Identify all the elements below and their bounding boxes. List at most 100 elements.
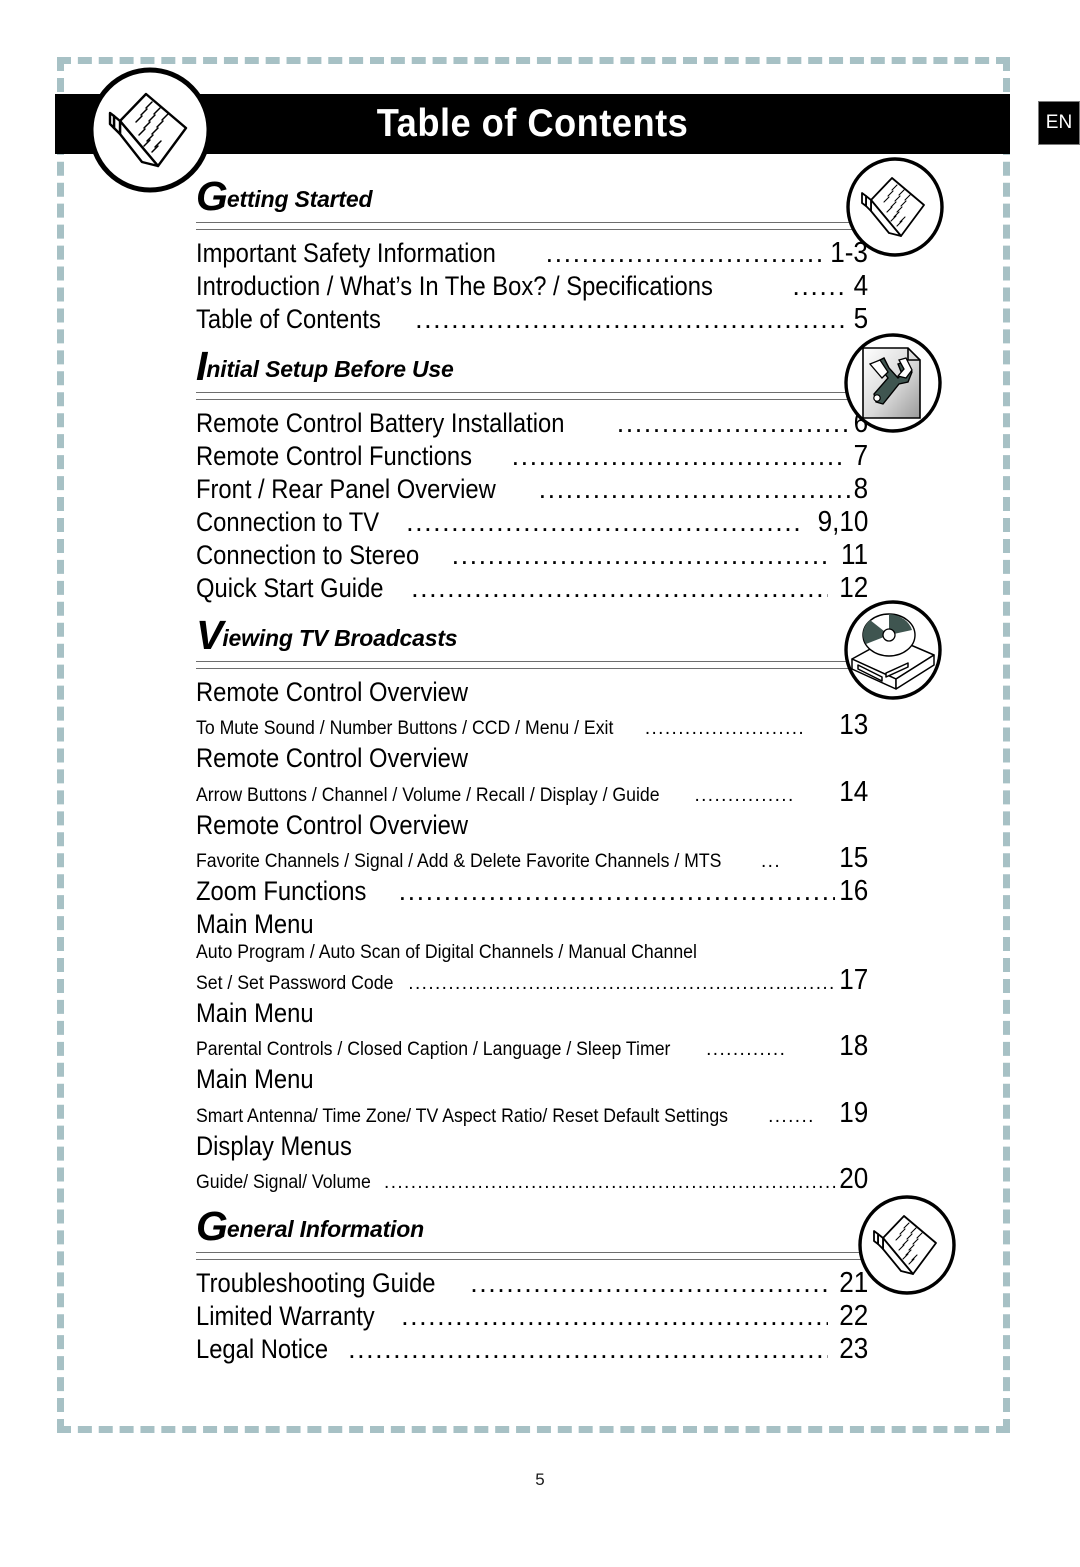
toc-page-number: 18 [838,1030,868,1063]
toc-leader-dots: ............ [792,271,844,301]
toc-entry-title: Connection to TV [196,507,380,537]
toc-entry-title: Connection to Stereo [196,540,420,570]
toc-leader-dots: ... [761,851,782,873]
section-heading: Getting Started [196,176,868,219]
section-heading-initial: V [196,612,223,658]
toc-section: Initial Setup Before Use Remote Control … [196,333,942,605]
toc-entry[interactable]: Parental Controls / Closed Caption / Lan… [196,1030,868,1063]
toc-page-number: 8 [853,473,868,505]
toc-entry[interactable]: Table of Contents.......................… [196,303,868,336]
disc-player-icon [842,599,944,701]
section-heading-label: iewing TV Broadcasts [222,625,458,651]
toc-entry-title[interactable]: Main Menu [196,908,787,941]
toc-entry-title: Remote Control Functions [196,441,473,471]
toc-entry-list: Important Safety Information............… [196,237,868,336]
open-book-icon [86,66,214,194]
toc-entry[interactable]: Troubleshooting Guide...................… [196,1267,868,1300]
toc-entry-title: Front / Rear Panel Overview [196,474,496,504]
section-heading-label: eneral Information [226,1216,424,1243]
toc-entry[interactable]: Quick Start Guide.......................… [196,572,868,605]
toc-leader-dots: ....... [768,1105,815,1127]
toc-entry-title[interactable]: Main Menu [196,1063,787,1096]
toc-entry-title: Legal Notice [196,1334,329,1365]
section-divider-rule [196,600,942,700]
toc-content: Getting Started Important Safety Informa… [196,157,956,1366]
toc-entry-title[interactable]: Display Menus [196,1130,787,1163]
toc-page-number: 20 [838,1163,868,1196]
toc-page-number: 9,10 [817,506,868,538]
toc-entry[interactable]: Limited Warranty........................… [196,1300,868,1333]
toc-entry[interactable]: Introduction / What’s In The Box? / Spec… [196,270,868,303]
footer-page-number: 5 [535,1470,545,1489]
toc-entry[interactable]: Smart Antenna/ Time Zone/ TV Aspect Rati… [196,1097,868,1130]
toc-entry-title: Set / Set Password Code [196,972,394,994]
toc-page-number: 23 [838,1333,868,1366]
toc-leader-dots: ........................................… [401,1301,828,1332]
toc-leader-dots: ........................................… [406,507,803,537]
toc-leader-dots: ........................................… [511,441,844,471]
section-divider-rule [196,1195,956,1295]
toc-leader-dots: ............ [706,1039,787,1061]
toc-entry-title[interactable]: Remote Control Overview [196,809,787,842]
toc-page-number: 15 [838,842,868,875]
toc-leader-dots: ............... [694,784,795,806]
section-heading-label: etting Started [226,186,373,212]
toc-page-number: 13 [838,709,868,742]
toc-entry[interactable]: Important Safety Information............… [196,237,868,270]
toc-leader-dots: ........................................… [415,304,844,334]
toc-entry-title: Smart Antenna/ Time Zone/ TV Aspect Rati… [196,1105,729,1127]
toc-leader-dots: ........................................… [398,876,835,907]
section-divider-rule [196,157,944,257]
toc-leader-dots: ........................................… [538,474,851,504]
toc-entry-list: Remote Control Battery Installation.....… [196,407,868,605]
section-heading: Viewing TV Broadcasts [196,615,868,658]
toc-entry-title: Introduction / What’s In The Box? / Spec… [196,271,713,301]
wrench-tools-icon [842,332,944,434]
toc-entry[interactable]: To Mute Sound / Number Buttons / CCD / M… [196,709,868,742]
toc-entry-title: Limited Warranty [196,1301,375,1332]
section-heading-initial: I [196,343,207,389]
toc-leader-dots: ........................ [644,718,806,740]
toc-entry-title: Troubleshooting Guide [196,1268,436,1299]
toc-entry-title: Remote Control Battery Installation [196,408,565,438]
toc-leader-dots: ........................................… [545,238,825,268]
toc-page-number: 7 [853,440,868,472]
toc-leader-dots: ........................................… [348,1334,828,1365]
toc-entry[interactable]: Arrow Buttons / Channel / Volume / Recal… [196,776,868,809]
toc-entry[interactable]: Remote Control Battery Installation.....… [196,407,868,440]
toc-entry[interactable]: Front / Rear Panel Overview.............… [196,473,868,506]
section-heading: General Information [196,1206,868,1249]
toc-leader-dots: ........................................… [408,972,836,994]
toc-leader-dots: ........................................… [451,540,830,570]
toc-entry[interactable]: Set / Set Password Code.................… [196,964,868,997]
toc-entry-title: Table of Contents [196,304,381,334]
toc-entry-title[interactable]: Remote Control Overview [196,676,787,709]
toc-page-number: 14 [838,775,868,808]
toc-entry[interactable]: Remote Control Functions................… [196,440,868,473]
toc-leader-dots: ................................... [616,408,851,438]
toc-page-number: 17 [838,963,868,996]
toc-entry[interactable]: Favorite Channels / Signal / Add & Delet… [196,842,868,875]
toc-entry-subtitle: Auto Program / Auto Scan of Digital Chan… [196,941,697,963]
toc-entry-title: Favorite Channels / Signal / Add & Delet… [196,851,722,873]
toc-entry[interactable]: Connection to Stereo....................… [196,539,868,572]
toc-entry-title: Quick Start Guide [196,573,384,603]
toc-page-number: 4 [853,270,868,302]
toc-leader-dots: ........................................… [384,1172,836,1194]
section-divider-rule [196,333,942,433]
toc-entry-list: Troubleshooting Guide...................… [196,1267,868,1366]
toc-entry[interactable]: Legal Notice............................… [196,1333,868,1366]
section-heading-initial: G [196,1203,228,1250]
toc-section: General Information Troubleshooting Guid… [196,1195,956,1366]
toc-entry[interactable]: Guide/ Signal/ Volume...................… [196,1163,868,1196]
toc-leader-dots: ........................................… [411,573,828,603]
toc-page-number: 22 [838,1300,868,1333]
toc-entry[interactable]: Connection to TV........................… [196,506,868,539]
toc-entry[interactable]: Zoom Functions..........................… [196,875,868,908]
toc-section: Getting Started Important Safety Informa… [196,157,944,336]
toc-entry-title: Guide/ Signal/ Volume [196,1172,371,1194]
toc-entry-title[interactable]: Remote Control Overview [196,742,787,775]
toc-entry-title[interactable]: Main Menu [196,997,787,1030]
